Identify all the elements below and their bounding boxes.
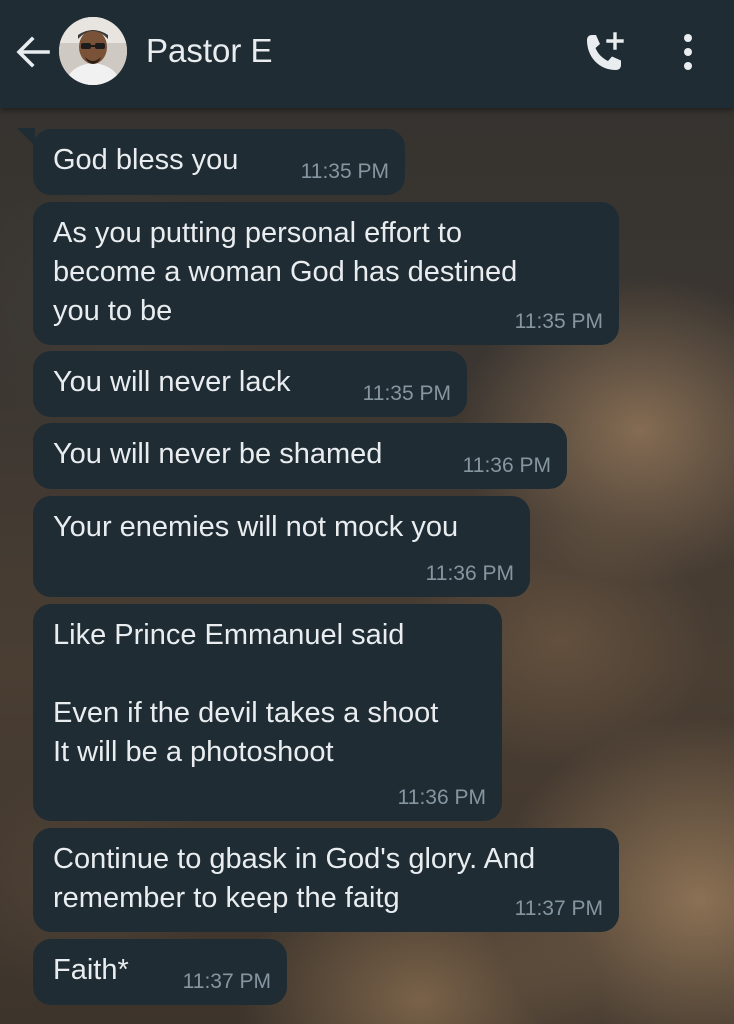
- message-bubble[interactable]: Like Prince Emmanuel said Even if the de…: [33, 604, 502, 821]
- message-time: 11:37 PM: [182, 970, 271, 993]
- message-bubble[interactable]: Continue to gbask in God's glory. And re…: [33, 828, 619, 932]
- message-list: God bless you 11:35 PM As you putting pe…: [0, 108, 734, 1024]
- more-vertical-icon[interactable]: [676, 32, 700, 72]
- message-bubble[interactable]: You will never be shamed 11:36 PM: [33, 423, 567, 489]
- message-time: 11:36 PM: [462, 454, 551, 477]
- avatar[interactable]: [59, 17, 127, 85]
- message-time: 11:36 PM: [397, 786, 486, 809]
- message-text: Like Prince Emmanuel said Even if the de…: [53, 619, 439, 768]
- contact-name[interactable]: Pastor E: [146, 30, 273, 72]
- message-time: 11:37 PM: [514, 897, 603, 920]
- chat-header: Pastor E: [0, 0, 734, 108]
- message-time: 11:35 PM: [362, 382, 451, 405]
- message-text: Your enemies will not mock you: [53, 511, 459, 543]
- message-bubble[interactable]: Faith* 11:37 PM: [33, 939, 287, 1005]
- message-time: 11:35 PM: [300, 160, 389, 183]
- message-time: 11:36 PM: [425, 562, 514, 585]
- add-call-icon[interactable]: [582, 31, 626, 73]
- message-bubble[interactable]: You will never lack 11:35 PM: [33, 351, 467, 417]
- message-bubble[interactable]: God bless you 11:35 PM: [33, 129, 405, 195]
- arrow-left-icon[interactable]: [14, 33, 52, 71]
- bubble-tail: [17, 128, 35, 146]
- message-time: 11:35 PM: [514, 310, 603, 333]
- message-bubble[interactable]: As you putting personal effort to become…: [33, 202, 619, 345]
- message-bubble[interactable]: Your enemies will not mock you 11:36 PM: [33, 496, 530, 597]
